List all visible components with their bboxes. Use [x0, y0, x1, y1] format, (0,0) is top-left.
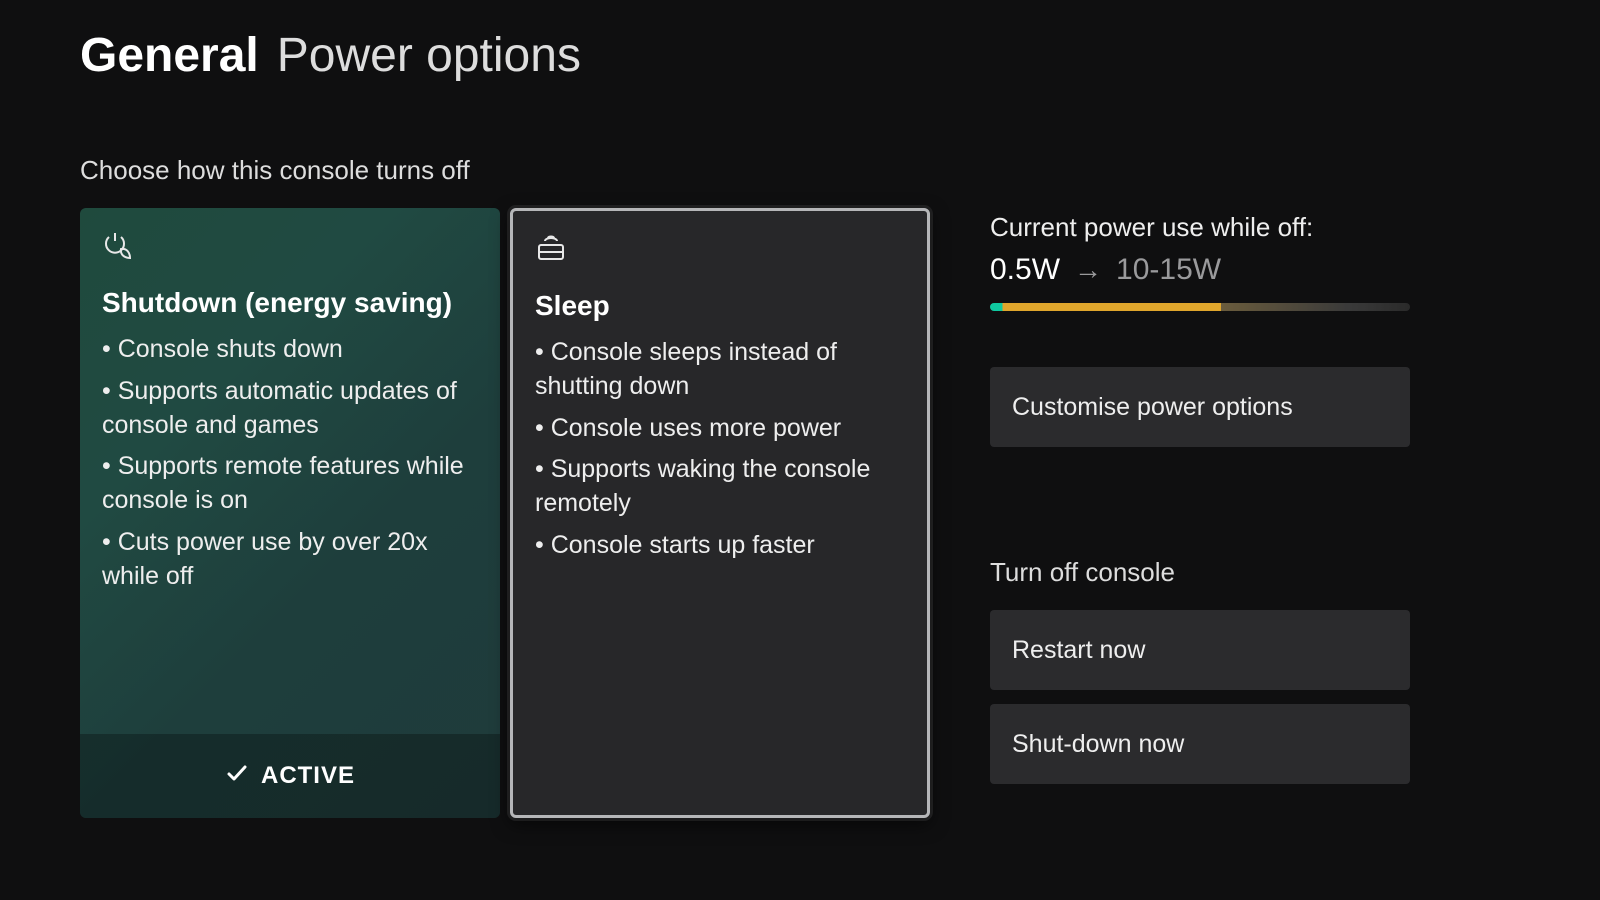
button-label: Shut-down now — [1012, 730, 1184, 759]
active-badge-label: ACTIVE — [261, 762, 355, 790]
arrow-right-icon: → — [1074, 254, 1102, 286]
section-label: Choose how this console turns off — [80, 155, 1520, 186]
card-shutdown[interactable]: Shutdown (energy saving) • Console shuts… — [80, 208, 500, 818]
bullet: • Console uses more power — [535, 412, 905, 446]
shutdown-now-button[interactable]: Shut-down now — [990, 704, 1410, 784]
sleep-device-icon — [535, 233, 905, 272]
breadcrumb-sub: Power options — [277, 28, 581, 83]
bullet: • Console shuts down — [102, 333, 478, 367]
check-icon — [225, 761, 249, 792]
right-pane: Current power use while off: 0.5W → 10-1… — [990, 208, 1410, 784]
bullet: • Console starts up faster — [535, 529, 905, 563]
power-use-label: Current power use while off: — [990, 212, 1410, 243]
card-sleep[interactable]: Sleep • Console sleeps instead of shutti… — [510, 208, 930, 818]
customise-power-options-button[interactable]: Customise power options — [990, 367, 1410, 447]
card-sleep-bullets: • Console sleeps instead of shutting dow… — [535, 336, 905, 571]
power-use-bar — [990, 303, 1410, 311]
card-shutdown-title: Shutdown (energy saving) — [102, 287, 478, 319]
power-use-values: 0.5W → 10-15W — [990, 253, 1410, 287]
button-label: Customise power options — [1012, 393, 1293, 422]
power-mode-cards: Shutdown (energy saving) • Console shuts… — [80, 208, 930, 818]
bullet: • Supports automatic updates of console … — [102, 375, 478, 443]
power-use-next: 10-15W — [1116, 253, 1221, 287]
breadcrumb-main: General — [80, 28, 259, 83]
power-use-current: 0.5W — [990, 253, 1060, 287]
bullet: • Cuts power use by over 20x while off — [102, 526, 478, 594]
card-sleep-title: Sleep — [535, 290, 905, 322]
bullet: • Supports remote features while console… — [102, 450, 478, 518]
button-label: Restart now — [1012, 636, 1145, 665]
active-badge: ACTIVE — [80, 734, 500, 818]
leaf-power-icon — [102, 230, 478, 269]
bullet: • Console sleeps instead of shutting dow… — [535, 336, 905, 404]
card-shutdown-bullets: • Console shuts down • Supports automati… — [102, 333, 478, 601]
page-title-row: General Power options — [80, 28, 1520, 83]
restart-now-button[interactable]: Restart now — [990, 610, 1410, 690]
turn-off-console-label: Turn off console — [990, 557, 1410, 588]
bullet: • Supports waking the console remotely — [535, 453, 905, 521]
